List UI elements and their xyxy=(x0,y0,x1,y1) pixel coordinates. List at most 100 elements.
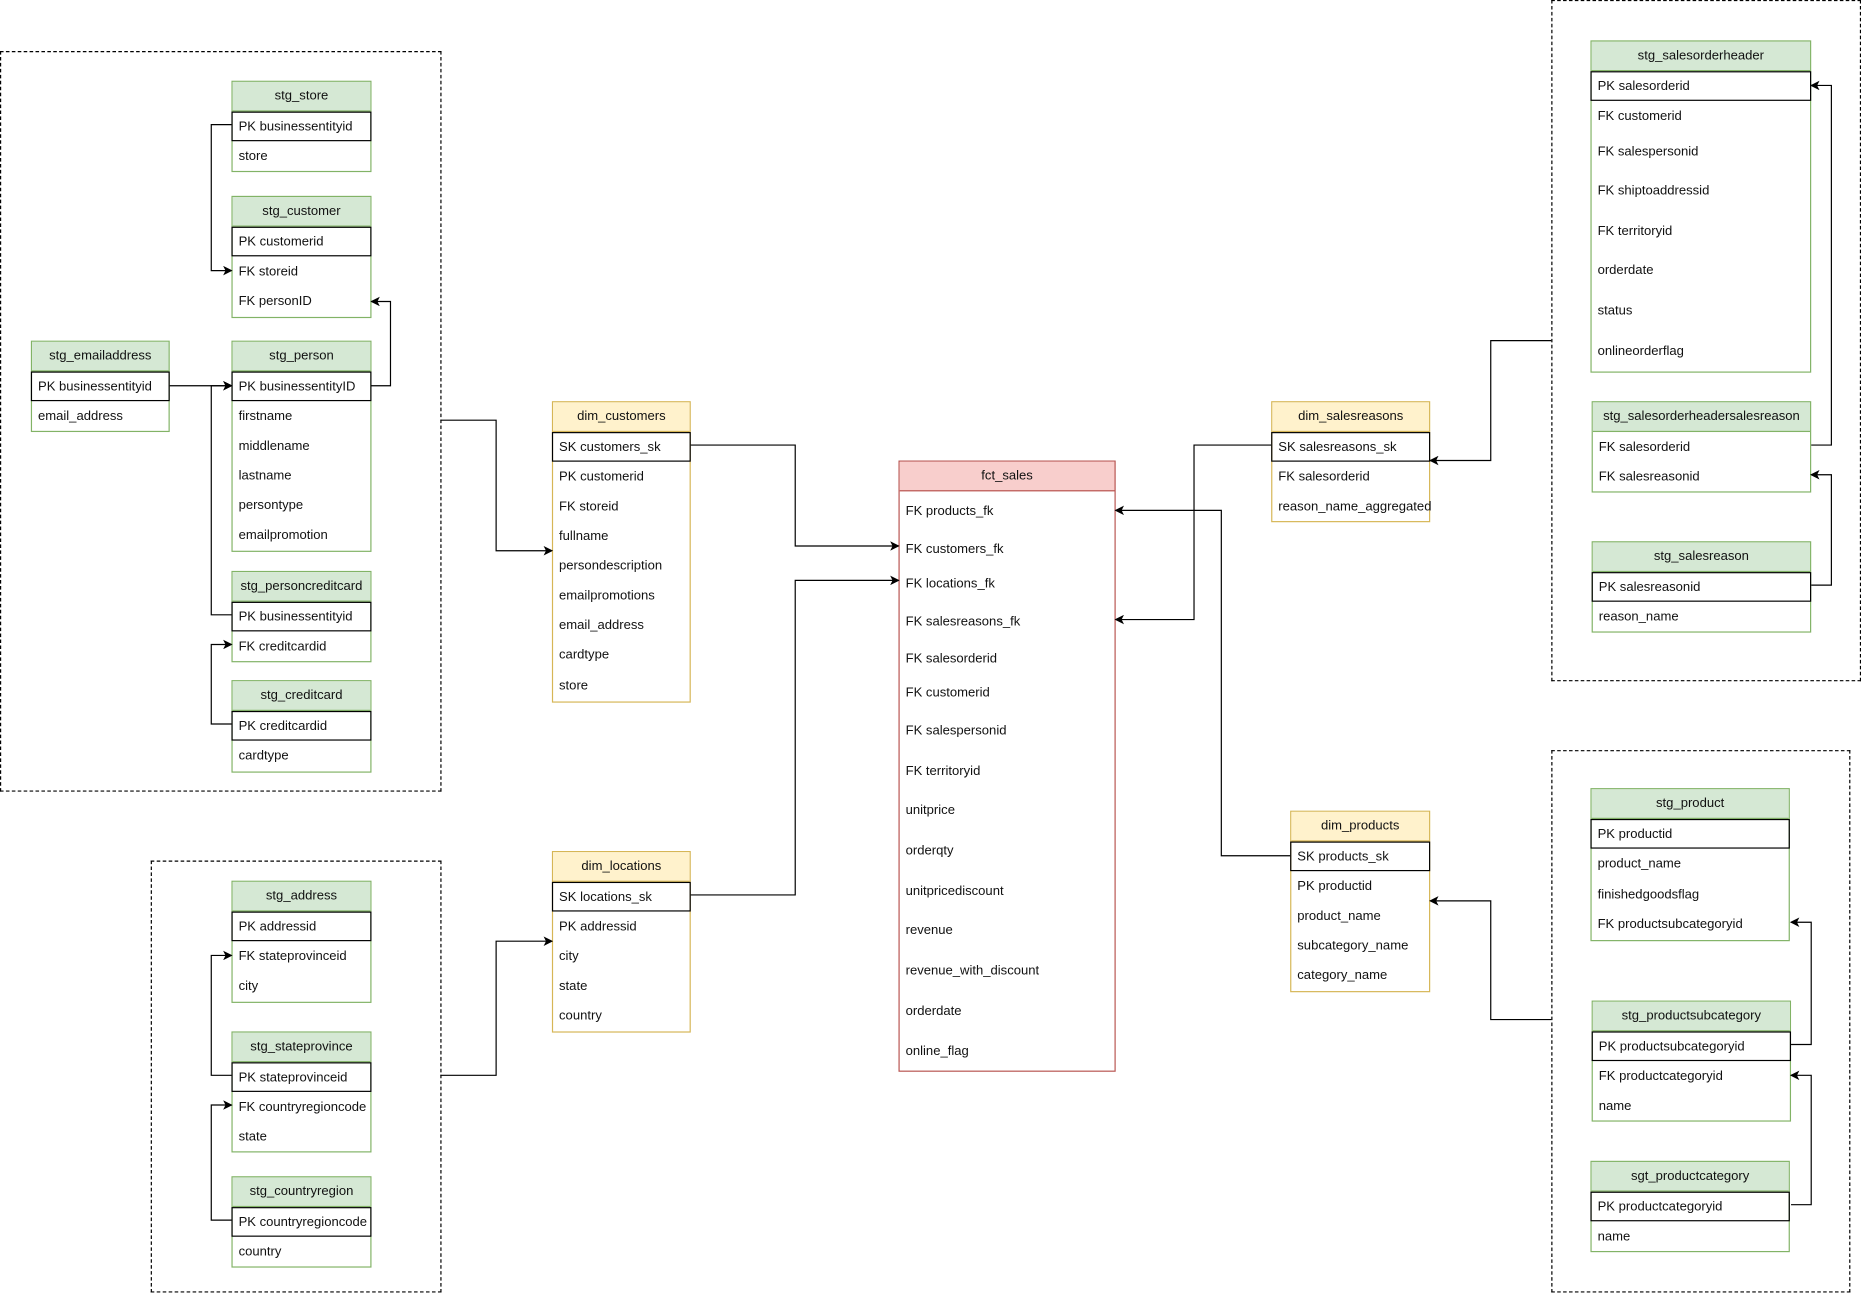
table-field[interactable]: PK businessentityid xyxy=(231,111,372,142)
table-field[interactable]: FK customerid xyxy=(1592,101,1810,132)
table-field[interactable]: FK customers_fk xyxy=(900,532,1115,566)
table-field[interactable]: FK locations_fk xyxy=(900,566,1115,602)
table-field[interactable]: persontype xyxy=(233,490,371,520)
table-field[interactable]: FK stateprovinceid xyxy=(233,941,371,971)
relationship-arrow[interactable] xyxy=(440,936,554,1076)
table-field[interactable]: revenue xyxy=(900,910,1115,950)
table-field[interactable]: orderdate xyxy=(900,991,1115,1031)
table-field[interactable]: email_address xyxy=(32,401,168,431)
table-field[interactable]: PK customerid xyxy=(553,462,689,492)
table-stg-store[interactable]: stg_store PK businessentityid store xyxy=(231,80,372,173)
table-field[interactable]: PK productsubcategoryid xyxy=(1591,1031,1792,1062)
table-stg-product[interactable]: stg_product PK productid product_name finis… xyxy=(1590,788,1790,942)
table-field[interactable]: FK territoryid xyxy=(900,751,1115,790)
table-field[interactable]: orderqty xyxy=(900,831,1115,871)
table-field[interactable]: FK salesreasonid xyxy=(1593,462,1810,492)
table-field[interactable]: state xyxy=(233,1122,371,1152)
table-sgt-productcategory[interactable]: sgt_productcategory PK productcategoryid n… xyxy=(1590,1160,1790,1253)
table-field[interactable]: middlename xyxy=(233,431,371,461)
table-stg-productsubcategory[interactable]: stg_productsubcategory PK productsubcateg… xyxy=(1591,1000,1792,1122)
relationship-arrow[interactable] xyxy=(690,444,900,551)
table-field[interactable]: country xyxy=(553,1001,689,1032)
table-field[interactable]: emailpromotion xyxy=(233,520,371,551)
table-field[interactable]: name xyxy=(1592,1221,1789,1251)
table-field[interactable]: reason_name xyxy=(1593,602,1810,632)
table-field[interactable]: lastname xyxy=(233,461,371,491)
table-field[interactable]: PK countryregioncode xyxy=(231,1207,372,1237)
table-field[interactable]: orderdate xyxy=(1592,250,1810,290)
table-field[interactable]: PK addressid xyxy=(553,912,689,942)
table-field[interactable]: FK personID xyxy=(233,286,371,317)
table-field[interactable]: SK customers_sk xyxy=(551,432,691,462)
table-field[interactable]: PK productid xyxy=(1590,818,1790,849)
table-field[interactable]: city xyxy=(553,941,689,971)
table-field[interactable]: name xyxy=(1593,1091,1790,1121)
table-field[interactable]: subcategory_name xyxy=(1291,931,1429,961)
table-field[interactable]: FK customerid xyxy=(900,675,1115,711)
table-stg-salesorderheader[interactable]: stg_salesorderheader PK salesorderid FK cu… xyxy=(1590,40,1812,373)
table-field[interactable]: store xyxy=(233,141,371,171)
table-field[interactable]: FK storeid xyxy=(553,491,689,521)
table-field[interactable]: PK customerid xyxy=(231,226,372,257)
table-dim-products[interactable]: dim_products SK products_sk PK productid pr… xyxy=(1290,810,1431,993)
table-field[interactable]: state xyxy=(553,971,689,1001)
table-field[interactable]: status xyxy=(1592,291,1810,331)
table-field[interactable]: PK stateprovinceid xyxy=(231,1062,372,1092)
table-field[interactable]: finishedgoodsflag xyxy=(1592,879,1789,909)
table-stg-address[interactable]: stg_address PK addressid FK stateprovincei… xyxy=(231,880,372,1003)
table-field[interactable]: cardtype xyxy=(553,640,689,670)
table-field[interactable]: unitpricediscount xyxy=(900,871,1115,910)
table-stg-personcreditcard[interactable]: stg_personcreditcard PK businessentityid F… xyxy=(231,570,372,663)
table-field[interactable]: product_name xyxy=(1592,849,1789,880)
table-field[interactable]: PK addressid xyxy=(231,911,372,942)
table-field[interactable]: category_name xyxy=(1291,960,1429,991)
table-field[interactable]: FK territoryid xyxy=(1592,211,1810,250)
table-field[interactable]: PK businessentityid xyxy=(231,601,372,632)
table-stg-creditcard[interactable]: stg_creditcard PK creditcardid cardtype xyxy=(231,680,372,773)
table-field[interactable]: email_address xyxy=(553,610,689,640)
table-field[interactable]: FK creditcardid xyxy=(233,631,371,661)
table-field[interactable]: PK salesorderid xyxy=(1590,71,1812,101)
table-field[interactable]: firstname xyxy=(233,401,371,431)
table-stg-stateprovince[interactable]: stg_stateprovince PK stateprovinceid FK co… xyxy=(231,1031,372,1153)
table-stg-person[interactable]: stg_person PK businessentityID firstname mi… xyxy=(231,340,372,552)
table-field[interactable]: FK salesreasons_fk xyxy=(900,602,1115,641)
table-field[interactable]: revenue_with_discount xyxy=(900,951,1115,991)
table-stg-salesreason[interactable]: stg_salesreason PK salesreasonid reason_na… xyxy=(1591,541,1812,633)
relationship-arrow[interactable] xyxy=(1114,444,1272,625)
table-field[interactable]: store xyxy=(553,669,689,701)
table-field[interactable]: PK productcategoryid xyxy=(1590,1191,1790,1222)
relationship-arrow[interactable] xyxy=(1429,340,1552,466)
table-field[interactable]: SK salesreasons_sk xyxy=(1271,432,1431,462)
table-field[interactable]: FK salespersonid xyxy=(1592,132,1810,171)
table-stg-emailaddress[interactable]: stg_emailaddress PK businessentityid email… xyxy=(30,340,170,433)
table-field[interactable]: city xyxy=(233,971,371,1002)
table-dim-salesreasons[interactable]: dim_salesreasons SK salesreasons_sk FK sal… xyxy=(1271,401,1431,523)
table-field[interactable]: FK storeid xyxy=(233,256,371,286)
table-field[interactable]: FK products_fk xyxy=(900,491,1115,531)
relationship-arrow[interactable] xyxy=(690,575,900,896)
relationship-arrow[interactable] xyxy=(440,419,554,556)
table-field[interactable]: unitprice xyxy=(900,790,1115,830)
table-field[interactable]: PK salesreasonid xyxy=(1591,572,1812,602)
table-field[interactable]: PK creditcardid xyxy=(231,710,372,741)
table-field[interactable]: SK locations_sk xyxy=(551,881,691,912)
table-stg-customer[interactable]: stg_customer PK customerid FK storeid FK pe… xyxy=(231,195,372,319)
table-field[interactable]: cardtype xyxy=(233,741,371,772)
table-field[interactable]: FK salesorderid xyxy=(1593,432,1810,462)
table-stg-countryregion[interactable]: stg_countryregion PK countryregioncode cou… xyxy=(231,1176,372,1268)
table-field[interactable]: FK productcategoryid xyxy=(1593,1061,1790,1091)
table-field[interactable]: FK salespersonid xyxy=(900,711,1115,751)
table-field[interactable]: persondescription xyxy=(553,551,689,581)
table-field[interactable]: emailpromotions xyxy=(553,580,689,610)
table-field[interactable]: PK productid xyxy=(1291,871,1429,901)
relationship-arrow[interactable] xyxy=(1429,896,1552,1021)
table-field[interactable]: FK salesorderid xyxy=(1272,462,1429,492)
table-field[interactable]: FK countryregioncode xyxy=(233,1092,371,1122)
table-field[interactable]: product_name xyxy=(1291,901,1429,931)
table-stg-salesorderheadersalesreason[interactable]: stg_salesorderheadersalesreason FK saleso… xyxy=(1591,401,1812,493)
relationship-arrow[interactable] xyxy=(1114,505,1291,857)
table-dim-customers[interactable]: dim_customers SK customers_sk PK customeri… xyxy=(551,401,691,703)
table-field[interactable]: onlineorderflag xyxy=(1592,331,1810,371)
table-field[interactable]: online_flag xyxy=(900,1031,1115,1070)
